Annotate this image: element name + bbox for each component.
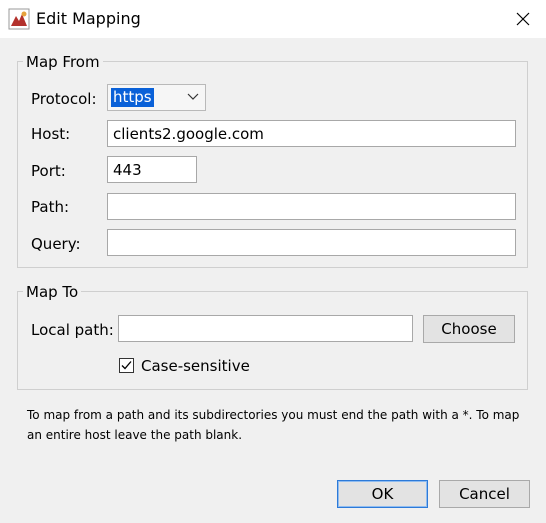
query-field[interactable] xyxy=(107,229,516,256)
port-value: 443 xyxy=(113,160,142,179)
port-label: Port: xyxy=(31,162,66,180)
cancel-button[interactable]: Cancel xyxy=(439,480,530,508)
title-bar: Edit Mapping xyxy=(0,0,546,38)
protocol-select[interactable]: https xyxy=(107,84,206,111)
close-button[interactable] xyxy=(500,0,546,38)
checkmark-icon xyxy=(121,361,132,370)
map-from-legend: Map From xyxy=(23,53,103,71)
case-sensitive-checkbox[interactable] xyxy=(119,358,134,373)
path-label: Path: xyxy=(31,198,70,216)
local-path-label: Local path: xyxy=(31,321,114,339)
protocol-label: Protocol: xyxy=(31,90,97,108)
host-field[interactable]: clients2.google.com xyxy=(107,120,516,147)
local-path-field[interactable] xyxy=(118,315,413,342)
ok-button[interactable]: OK xyxy=(337,480,428,508)
path-field[interactable] xyxy=(107,193,516,220)
map-to-legend: Map To xyxy=(23,283,82,301)
window-title: Edit Mapping xyxy=(36,9,141,28)
chevron-down-icon xyxy=(187,93,199,100)
app-icon xyxy=(8,8,30,30)
host-value: clients2.google.com xyxy=(113,124,264,143)
query-label: Query: xyxy=(31,235,81,253)
case-sensitive-label: Case-sensitive xyxy=(141,357,250,375)
info-text: To map from a path and its subdirectorie… xyxy=(27,408,520,442)
close-icon xyxy=(516,12,530,26)
choose-button[interactable]: Choose xyxy=(423,315,515,343)
protocol-value: https xyxy=(111,88,154,107)
host-label: Host: xyxy=(31,125,71,143)
port-field[interactable]: 443 xyxy=(107,156,197,183)
